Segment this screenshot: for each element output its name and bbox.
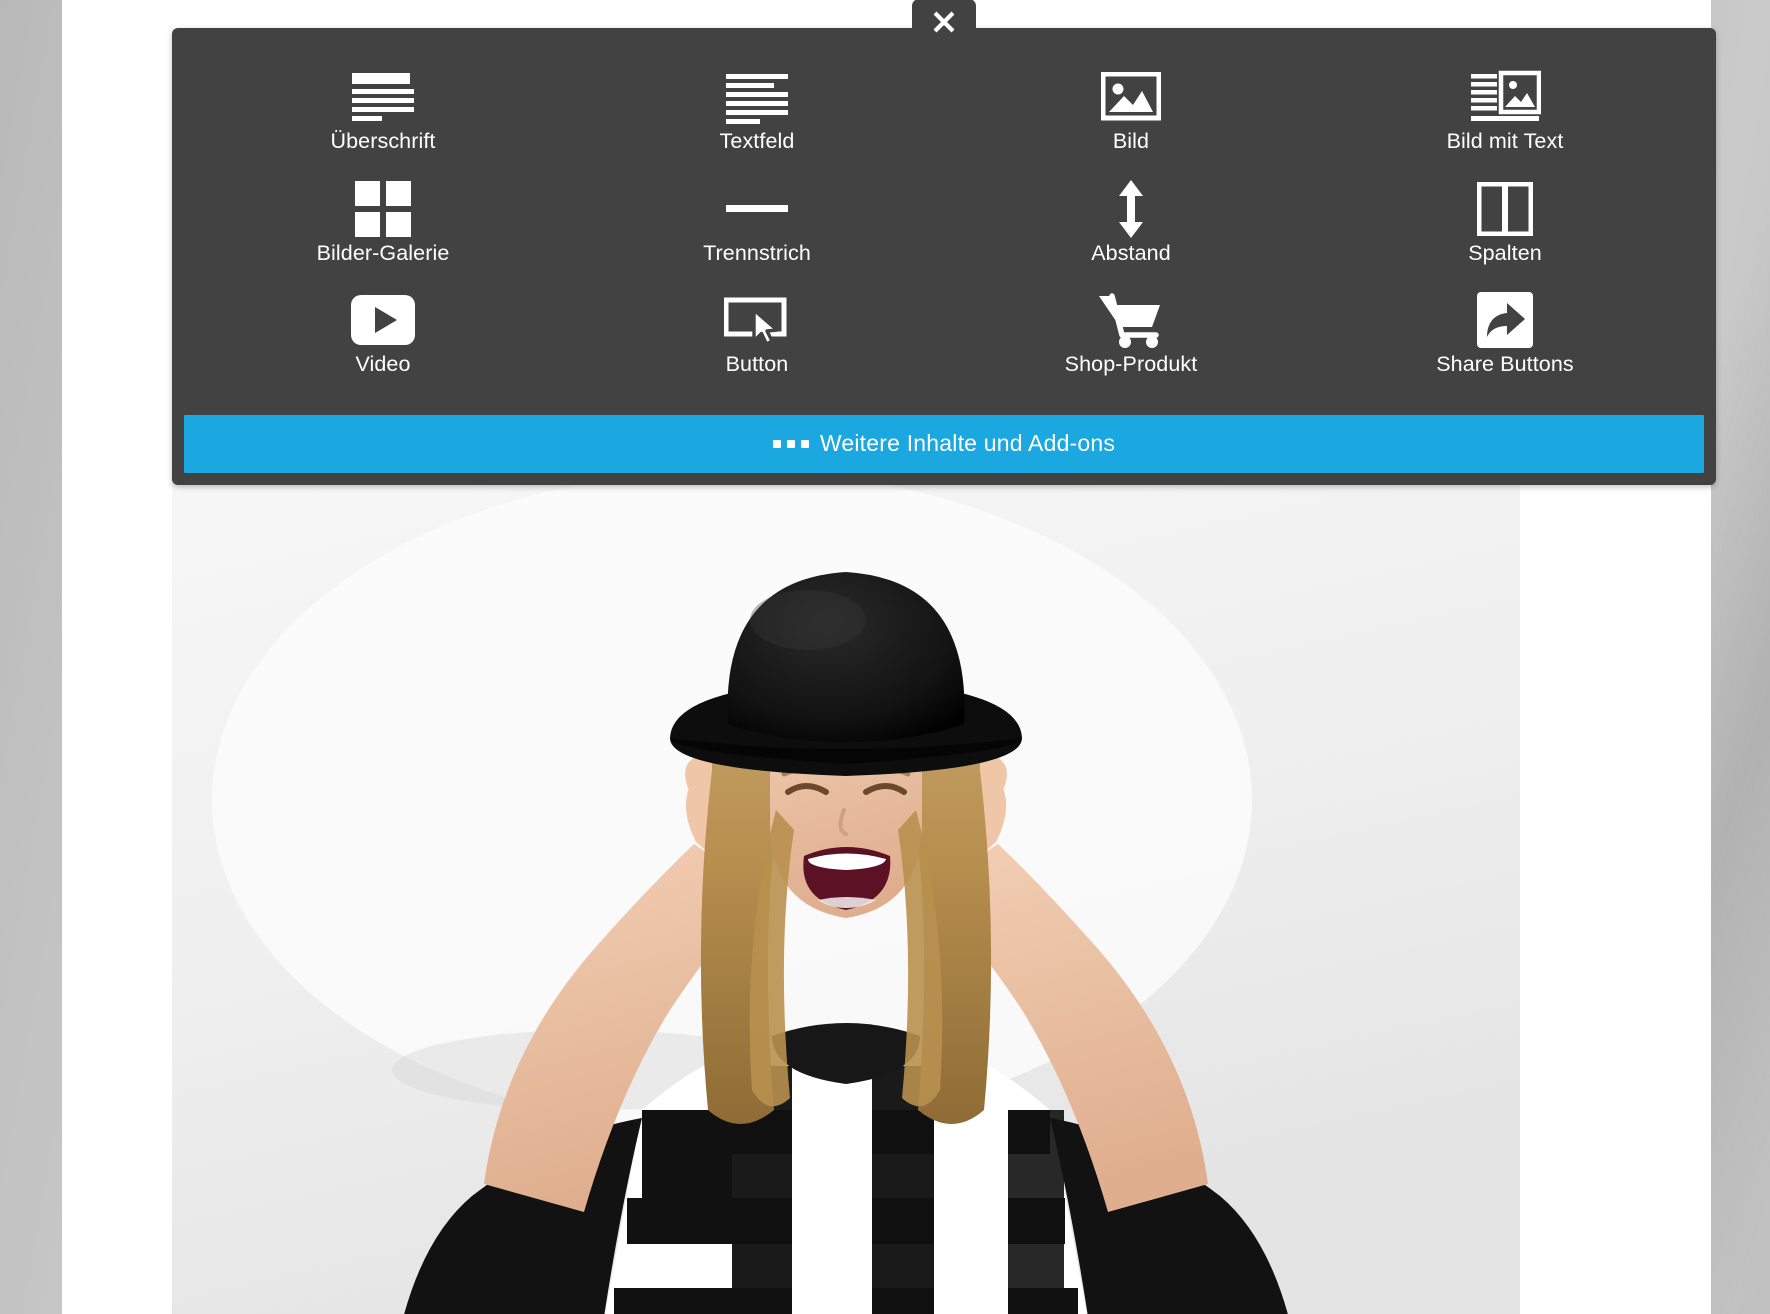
element-tile-abstand[interactable]: Abstand [944, 170, 1318, 276]
element-tile-label: Video [355, 352, 411, 377]
three-dots-icon [772, 439, 809, 448]
more-addons-button[interactable]: Weitere Inhalte und Add-ons [184, 414, 1704, 473]
play-icon [351, 289, 415, 351]
button-cursor-icon [724, 289, 790, 351]
element-tile-share-buttons[interactable]: Share Buttons [1318, 281, 1692, 387]
element-tile-ueberschrift[interactable]: Überschrift [196, 58, 570, 164]
element-tile-bilder-galerie[interactable]: Bilder-Galerie [196, 170, 570, 276]
element-tile-spalten[interactable]: Spalten [1318, 170, 1692, 276]
element-tile-label: Textfeld [719, 129, 795, 153]
share-arrow-icon [1477, 289, 1533, 351]
page-canvas: Überschrift Textfeld Bild Bild mit Text … [62, 0, 1716, 1314]
grid-gallery-icon [354, 178, 412, 240]
image-icon [1101, 66, 1161, 128]
element-tile-label: Shop-Produkt [1064, 352, 1198, 377]
columns-icon [1477, 178, 1533, 240]
element-tile-button[interactable]: Button [570, 281, 944, 387]
more-addons-label: Weitere Inhalte und Add-ons [819, 430, 1116, 457]
element-tile-label: Spalten [1468, 240, 1542, 265]
vertical-arrows-icon [1111, 178, 1151, 240]
element-tile-label: Button [725, 352, 789, 377]
element-tile-label: Bild mit Text [1446, 129, 1564, 153]
shopping-cart-icon [1098, 289, 1164, 351]
element-tile-bild[interactable]: Bild [944, 58, 1318, 164]
desktop-backdrop: Überschrift Textfeld Bild Bild mit Text … [0, 0, 1770, 1314]
element-tile-trennstrich[interactable]: Trennstrich [570, 170, 944, 276]
element-tile-shop-produkt[interactable]: Shop-Produkt [944, 281, 1318, 387]
close-icon [933, 11, 955, 33]
element-tile-label: Share Buttons [1436, 352, 1574, 377]
element-tile-label: Überschrift [330, 129, 436, 153]
hero-image-block[interactable] [172, 470, 1520, 1314]
element-tile-bild-mit-text[interactable]: Bild mit Text [1318, 58, 1692, 164]
element-tile-grid: Überschrift Textfeld Bild Bild mit Text … [172, 28, 1716, 407]
hero-image [172, 470, 1520, 1314]
text-lines-icon [722, 66, 792, 128]
element-tile-label: Trennstrich [703, 240, 811, 265]
element-tile-label: Bild [1112, 129, 1150, 153]
image-with-text-icon [1469, 66, 1541, 128]
heading-icon [348, 66, 418, 128]
close-chooser-button[interactable] [912, 0, 976, 45]
element-tile-textfeld[interactable]: Textfeld [570, 58, 944, 164]
horizontal-rule-icon [724, 178, 790, 240]
element-tile-label: Abstand [1091, 240, 1171, 265]
element-tile-label: Bilder-Galerie [316, 240, 450, 265]
element-chooser-panel: Überschrift Textfeld Bild Bild mit Text … [172, 0, 1716, 485]
element-tile-video[interactable]: Video [196, 281, 570, 387]
